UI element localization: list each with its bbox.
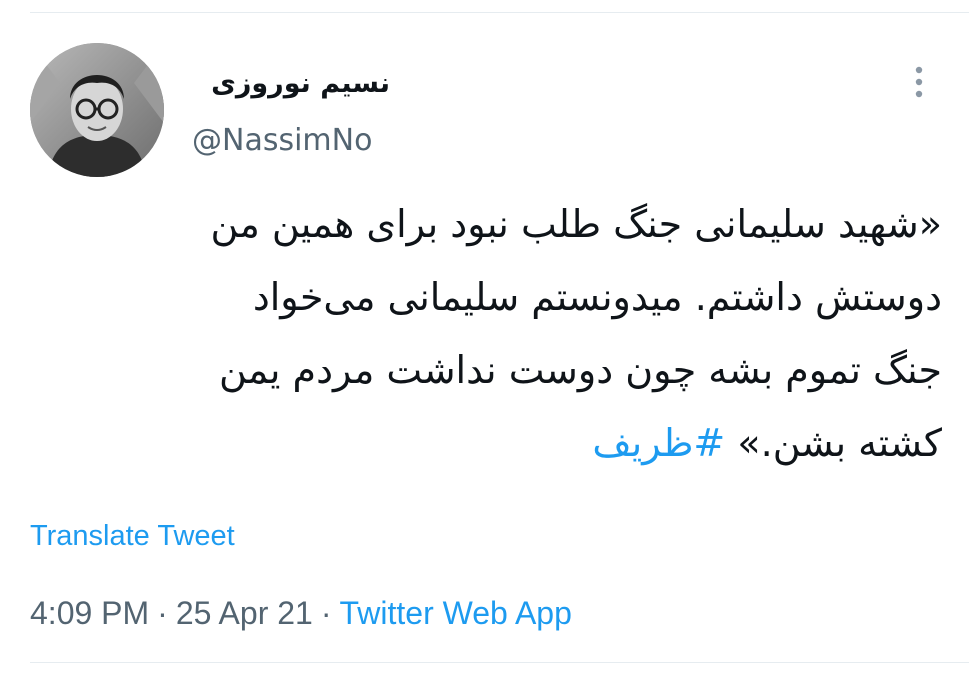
tweet-text: «شهید سلیمانی جنگ طلب نبود برای همین من …	[36, 188, 942, 480]
bottom-divider	[30, 662, 969, 663]
tweet-text-line: کشته بشن.»	[725, 421, 942, 465]
tweet-source-link[interactable]: Twitter Web App	[339, 595, 571, 631]
author-display-name[interactable]: نسیم نوروزی	[190, 62, 390, 106]
tweet-text-last-line: کشته بشن.» #ظریف	[36, 407, 942, 480]
author-handle[interactable]: @NassimNo	[192, 120, 372, 162]
avatar[interactable]	[30, 43, 164, 177]
tweet-meta: 4:09 PM · 25 Apr 21 · Twitter Web App	[30, 590, 572, 636]
more-options-button[interactable]	[903, 66, 935, 98]
tweet-text-line: «شهید سلیمانی جنگ طلب نبود برای همین من	[210, 202, 942, 246]
meta-separator: ·	[157, 595, 168, 631]
top-divider	[30, 12, 969, 13]
translate-tweet-link[interactable]: Translate Tweet	[30, 515, 235, 557]
tweet-text-line: جنگ تموم بشه چون دوست نداشت مردم یمن	[218, 348, 942, 392]
more-vertical-icon	[915, 66, 923, 98]
meta-separator: ·	[320, 595, 332, 631]
tweet-time[interactable]: 4:09 PM	[30, 595, 149, 631]
tweet-text-line: دوستش داشتم. میدونستم سلیمانی می‌خواد	[252, 275, 942, 319]
tweet-date[interactable]: 25 Apr 21	[176, 595, 313, 631]
hashtag-link[interactable]: #ظریف	[592, 421, 725, 465]
